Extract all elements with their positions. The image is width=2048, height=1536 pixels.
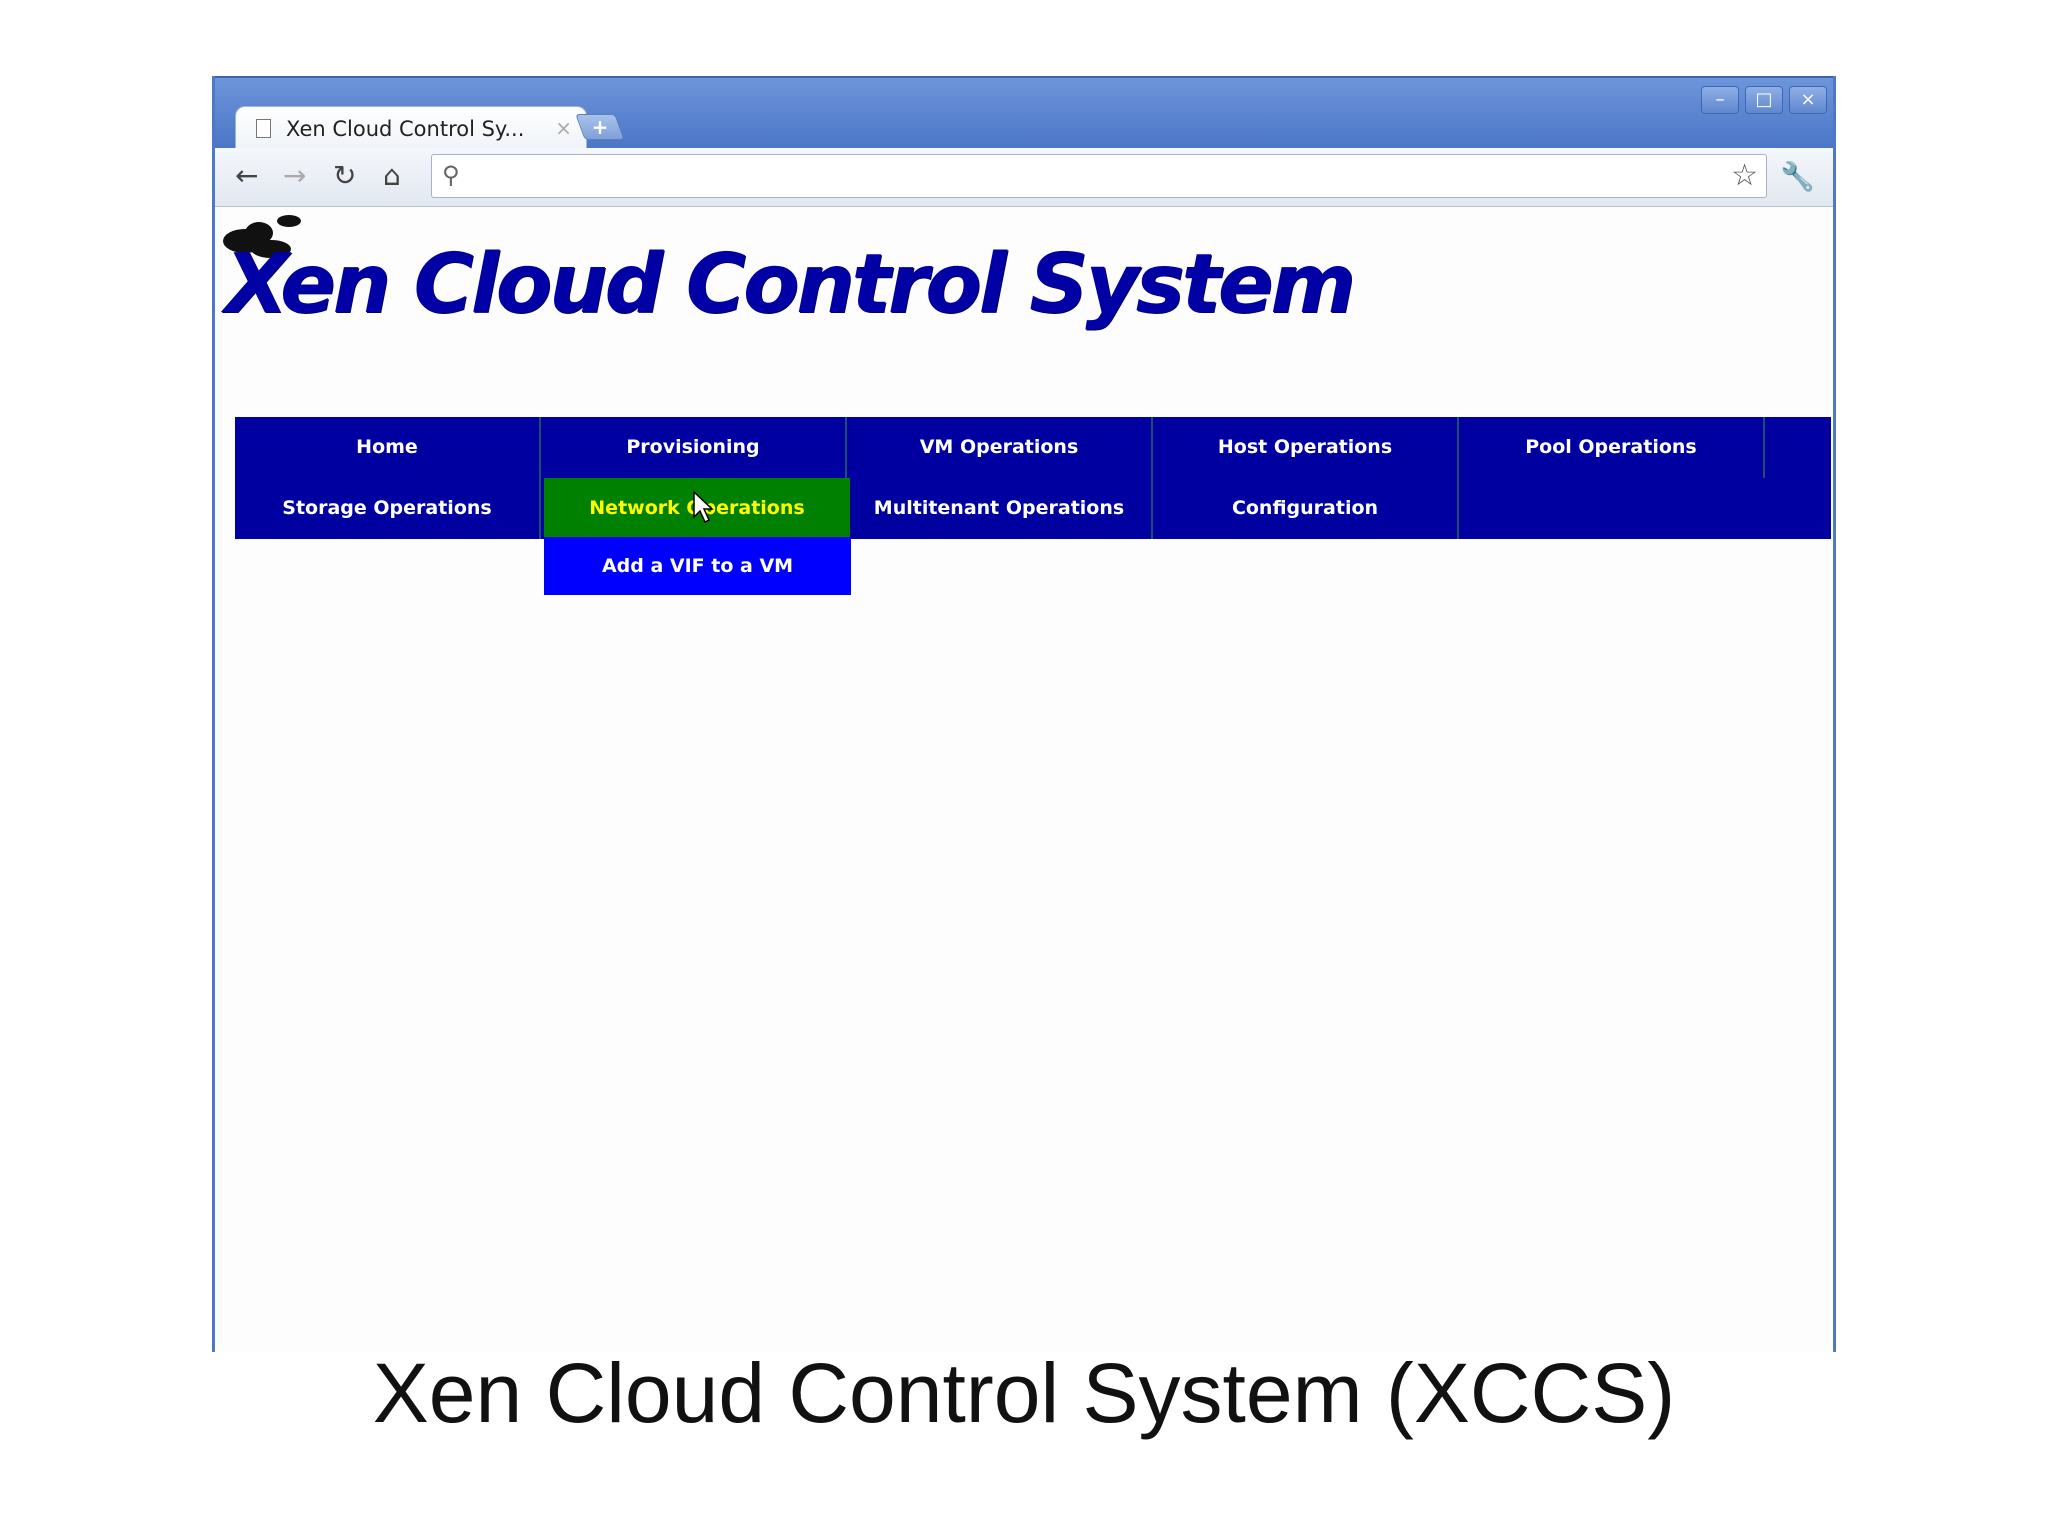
submenu-item-add-vif[interactable]: Add a VIF to a VM	[544, 537, 851, 595]
maximize-button[interactable]: □	[1745, 86, 1783, 114]
reload-icon[interactable]: ↻	[333, 160, 356, 192]
menu-item-multitenant-operations[interactable]: Multitenant Operations	[847, 478, 1153, 539]
star-icon[interactable]: ☆	[1731, 158, 1758, 193]
menu-item-storage-operations[interactable]: Storage Operations	[235, 478, 541, 539]
browser-toolbar: ← → ↻ ⌂ ⚲ ☆ 🔧	[215, 148, 1833, 207]
site-logo: Xen Cloud Control System	[225, 237, 1356, 332]
minimize-button[interactable]: –	[1701, 86, 1739, 114]
close-window-button[interactable]: ×	[1789, 86, 1827, 114]
browser-tab[interactable]: Xen Cloud Control Sy... ×	[235, 106, 587, 152]
plus-icon: +	[591, 115, 609, 139]
page-content: Xen Cloud Control System Home Provisioni…	[215, 207, 1833, 1352]
tab-close-button[interactable]: ×	[555, 116, 572, 140]
title-bar: Xen Cloud Control Sy... × + – □ ×	[215, 76, 1833, 152]
home-icon[interactable]: ⌂	[383, 160, 401, 192]
menu-item-pool-operations[interactable]: Pool Operations	[1459, 417, 1765, 478]
slide-caption: Xen Cloud Control System (XCCS)	[372, 1346, 1676, 1440]
menu-item-host-operations[interactable]: Host Operations	[1153, 417, 1459, 478]
menu-item-vm-operations[interactable]: VM Operations	[847, 417, 1153, 478]
address-bar[interactable]: ⚲ ☆	[431, 154, 1767, 198]
search-icon: ⚲	[442, 161, 460, 189]
document-icon	[256, 119, 271, 138]
menu-item-provisioning[interactable]: Provisioning	[541, 417, 847, 478]
menu-item-home[interactable]: Home	[235, 417, 541, 478]
main-menu: Home Provisioning VM Operations Host Ope…	[235, 417, 1831, 539]
menu-item-configuration[interactable]: Configuration	[1153, 478, 1459, 539]
new-tab-button[interactable]: +	[575, 114, 625, 140]
back-icon[interactable]: ←	[235, 160, 258, 192]
forward-icon[interactable]: →	[283, 160, 306, 192]
address-input[interactable]	[478, 161, 1682, 193]
mouse-cursor-icon	[693, 491, 714, 523]
wrench-icon[interactable]: 🔧	[1780, 160, 1815, 193]
browser-window: Xen Cloud Control Sy... × + – □ × ← → ↻ …	[212, 76, 1836, 1352]
tab-title: Xen Cloud Control Sy...	[286, 117, 525, 141]
